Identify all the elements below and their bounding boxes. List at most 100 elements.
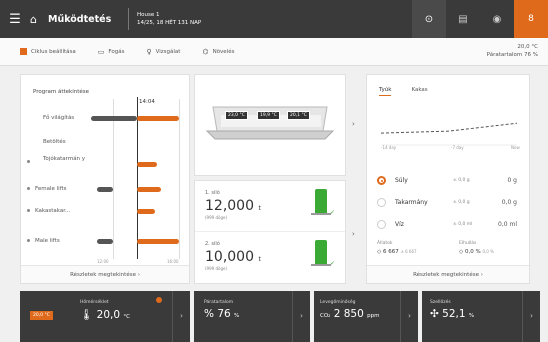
stat-air-quality[interactable]: Levegőminőség CO₂ 2 850 ppm › xyxy=(314,291,418,342)
outside-climate: 20,0 °C Páratartalom 76 % xyxy=(487,43,538,59)
consumption-details-link[interactable]: Részletek megtekintése › xyxy=(367,265,529,283)
animals-count: 6 667 xyxy=(382,249,399,255)
chart-label: Now xyxy=(511,145,520,150)
feed-diff: ± 0,0 g xyxy=(453,178,470,183)
animals-value: ◇ 6 667 ± 6 667 xyxy=(377,249,417,255)
outside-temp: 20,0 °C xyxy=(517,44,538,50)
feed-diff: ± 0,0 g xyxy=(453,200,470,205)
house-info[interactable]: House 1 14/25, 18 HÉT 131 NAP xyxy=(137,11,412,27)
feed-value: 0,0 g xyxy=(501,199,517,206)
feeder-card[interactable]: 23,0 °C 19,9 °C 20,1 °C xyxy=(194,74,346,176)
dashboard-icon[interactable]: ⊙ xyxy=(412,0,446,38)
chevron-right-icon[interactable]: › xyxy=(292,291,310,342)
row-dot xyxy=(27,160,30,163)
catch-icon: ▭ xyxy=(97,47,105,56)
feed-row-weight[interactable]: Súly ± 0,0 g 0 g xyxy=(367,171,529,191)
tab-hen[interactable]: Tyúk xyxy=(379,87,392,96)
mortality-diff: 0,0 % xyxy=(482,249,494,254)
stat-number: 20,0 xyxy=(96,309,121,321)
chevron-right-icon[interactable]: › xyxy=(352,120,355,128)
feed-name: Súly xyxy=(395,177,408,184)
radio-button[interactable] xyxy=(377,220,386,229)
stat-unit: % xyxy=(468,313,475,319)
silo-amount: 12,000 xyxy=(205,198,254,214)
stat-ventilation[interactable]: Szellőzés ✣ 52,1 % › xyxy=(422,291,540,342)
chevron-right-icon[interactable]: › xyxy=(522,291,540,342)
tab-growth[interactable]: ⌬ Növelés xyxy=(202,48,234,56)
timeline-bar xyxy=(97,239,113,244)
program-row[interactable]: Male lifts xyxy=(21,235,191,249)
alarm-icon[interactable]: 8 xyxy=(514,0,548,38)
silo-days: (999 döge) xyxy=(205,266,228,271)
tab-label: Ciklus beállítása xyxy=(31,48,76,55)
now-label: 14:04 xyxy=(139,99,155,105)
stat-unit: °C xyxy=(123,314,130,320)
timeline-bar xyxy=(137,116,179,121)
program-row[interactable]: Betöltés xyxy=(21,135,191,149)
signal-icon[interactable]: ◉ xyxy=(480,0,514,38)
house-name: House 1 xyxy=(137,12,160,18)
silo-unit: t xyxy=(258,256,261,263)
tab-label: Fogás xyxy=(108,48,125,55)
trend-line xyxy=(380,122,518,134)
row-label: Betöltés xyxy=(43,139,66,145)
consumption-card: Tyúk Kakas -14 day -7 day Now Súly ± 0,0… xyxy=(366,74,530,284)
timeline-bar xyxy=(137,162,157,167)
silo-card: 1. siló 12,000 t (999 döge) ✓ 2. siló 10… xyxy=(194,180,346,284)
stat-temperature[interactable]: 20,0 °C Hőmérséklet 🌡 20,0 °C › xyxy=(20,291,190,342)
row-label: Male lifts xyxy=(35,238,60,244)
divider xyxy=(128,8,129,30)
program-row[interactable]: Female lifts xyxy=(21,183,191,197)
stat-label: Hőmérséklet xyxy=(80,300,109,305)
chart-label: -7 day xyxy=(451,145,464,150)
row-label: Kakastakar... xyxy=(35,208,71,214)
humidity-icon: % xyxy=(204,308,214,320)
silo-days: (999 döge) xyxy=(205,215,228,220)
menu-icon[interactable]: ☰ xyxy=(0,12,30,27)
check-icon: ✓ xyxy=(329,209,335,216)
feed-name: Takarmány xyxy=(395,199,428,206)
row-label: Female lifts xyxy=(35,186,67,192)
outside-humidity: Páratartalom 76 % xyxy=(486,52,538,58)
silo-base xyxy=(311,213,331,215)
trend-chart xyxy=(380,122,518,146)
stat-label: Levegőminőség xyxy=(320,300,356,305)
program-row[interactable]: Tojókatarmán y xyxy=(21,155,191,169)
radio-button[interactable] xyxy=(377,198,386,207)
feed-row-water[interactable]: Víz ± 0,0 ml 0,0 ml xyxy=(367,215,529,235)
report-icon[interactable]: ▤ xyxy=(446,0,480,38)
silo-item[interactable]: 1. siló 12,000 t (999 döge) ✓ xyxy=(195,181,345,227)
temp-sensor-3[interactable]: 20,1 °C xyxy=(287,111,310,120)
link-label: Részletek megtekintése xyxy=(413,272,479,278)
tab-inspection[interactable]: ♀ Vizsgálat xyxy=(146,48,180,56)
row-label: Tojókatarmán y xyxy=(43,156,86,162)
mortality-value: ◇ 0,0 % 0,0 % xyxy=(459,249,494,255)
radio-button[interactable] xyxy=(377,176,386,185)
temp-sensor-1[interactable]: 23,0 °C xyxy=(225,111,248,120)
chevron-right-icon[interactable]: › xyxy=(352,230,355,238)
stat-number: 76 xyxy=(217,308,231,320)
silo-item[interactable]: 2. siló 10,000 t (999 döge) ✓ xyxy=(195,231,345,277)
house-age: 14/25, 18 HÉT 131 NAP xyxy=(137,20,202,26)
tab-rooster[interactable]: Kakas xyxy=(411,87,427,96)
mortality-rate: 0,0 % xyxy=(464,249,481,255)
feeder-illustration xyxy=(205,106,335,140)
stat-value: % 76 % xyxy=(204,308,239,320)
program-row[interactable]: Fő világítás xyxy=(21,111,191,125)
tab-cycle-settings[interactable]: Ciklus beállítása xyxy=(20,48,76,55)
chevron-right-icon[interactable]: › xyxy=(400,291,418,342)
timeline-bar xyxy=(91,116,137,121)
stat-label: Szellőzés xyxy=(430,300,451,305)
chevron-right-icon[interactable]: › xyxy=(172,291,190,342)
tab-catch[interactable]: ▭ Fogás xyxy=(98,48,125,56)
stat-label: Páratartalom xyxy=(204,300,234,305)
program-row[interactable]: Kakastakar... xyxy=(21,205,191,219)
feed-row-feed[interactable]: Takarmány ± 0,0 g 0,0 g xyxy=(367,193,529,213)
feed-name: Víz xyxy=(395,221,404,228)
home-icon[interactable]: ⌂ xyxy=(30,13,48,26)
feed-value: 0,0 ml xyxy=(498,221,517,228)
growth-icon: ⌬ xyxy=(202,47,209,56)
stat-humidity[interactable]: Páratartalom % 76 % › xyxy=(194,291,310,342)
program-details-link[interactable]: Részletek megtekintése › xyxy=(21,265,189,283)
temp-sensor-2[interactable]: 19,9 °C xyxy=(257,111,280,120)
